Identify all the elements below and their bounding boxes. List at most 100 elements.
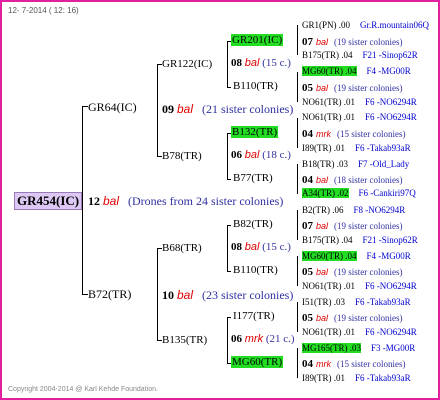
gen4-row[interactable]: I89(TR) .01 F6 -Takab93aR xyxy=(302,373,411,383)
gen4-drone-mark: bal xyxy=(316,83,329,93)
gen3-label[interactable]: B110(TR) xyxy=(233,80,278,92)
gen4-origin: F4 -MG00R xyxy=(366,66,411,76)
gen2-label[interactable]: B135(TR) xyxy=(162,334,207,346)
timestamp-header: 12- 7-2014 ( 12: 16) xyxy=(8,6,79,15)
connector-root xyxy=(82,106,83,294)
gen4-origin: Gr.R.mountain06Q xyxy=(360,20,430,30)
gen4-row[interactable]: NO61(TR) .01 F6 -NO6294R xyxy=(302,327,417,337)
gen3-label[interactable]: MG60(TR) xyxy=(231,356,284,368)
gen4-queen-label: I89(TR) .01 xyxy=(302,373,345,383)
dam-drone-info: 10 bal (23 sister colonies) xyxy=(162,288,294,302)
connector xyxy=(297,72,298,102)
connector xyxy=(227,225,231,226)
gen4-drone-count: 05 xyxy=(302,82,313,94)
pedigree-frame: 12- 7-2014 ( 12: 16) GR454(IC) 12 bal (D… xyxy=(0,0,440,400)
gen4-row[interactable]: I89(TR) .01 F6 -Takab93aR xyxy=(302,143,411,153)
gen4-row[interactable]: B175(TR) .04 F21 -Sinop62R xyxy=(302,50,418,60)
connector xyxy=(297,164,298,194)
gen3-label[interactable]: B82(TR) xyxy=(233,218,273,230)
connector xyxy=(297,302,298,332)
gen4-row[interactable]: 04 mrk (15 sister colonies) xyxy=(302,128,405,140)
connector xyxy=(297,118,298,148)
gen4-drone-count: 07 xyxy=(302,36,313,48)
gen4-origin: F6 -Cankiri97Q xyxy=(358,188,416,198)
gen4-origin: F6 -Takab93aR xyxy=(355,373,411,383)
gen4-row[interactable]: MG60(TR) .04 F4 -MG00R xyxy=(302,251,411,261)
gen3-label[interactable]: GR201(IC) xyxy=(231,34,284,46)
gen4-origin: F4 -MG00R xyxy=(366,251,411,261)
gen4-origin: F6 -NO6294R xyxy=(365,281,417,291)
gen2-drone-info: 06 bal (18 c.) xyxy=(231,149,291,161)
gen4-row[interactable]: 07 bal (19 sister colonies) xyxy=(302,36,403,48)
sire-label[interactable]: GR64(IC) xyxy=(88,100,137,115)
connector xyxy=(297,25,298,55)
gen4-queen-label: NO61(TR) .01 xyxy=(302,327,355,337)
gen4-queen-label: B18(TR) .03 xyxy=(302,159,348,169)
connector xyxy=(297,256,298,286)
gen2-drone-info: 08 bal (15 c.) xyxy=(231,57,291,69)
connector xyxy=(227,87,231,88)
gen4-row[interactable]: NO61(TR) .01 F6 -NO6294R xyxy=(302,97,417,107)
gen4-queen-label: GR1(PN) .00 xyxy=(302,20,351,30)
root-queen-label[interactable]: GR454(IC) xyxy=(14,192,83,210)
gen4-drone-count: 05 xyxy=(302,312,313,324)
connector xyxy=(227,271,231,272)
gen4-row[interactable]: I51(TR) .03 F6 -Takab93aR xyxy=(302,297,411,307)
connector xyxy=(297,210,298,240)
gen4-row[interactable]: B2(TR) .06 F8 -NO6294R xyxy=(302,205,405,215)
gen4-drone-mark: bal xyxy=(316,267,329,277)
gen4-row[interactable]: GR1(PN) .00 Gr.R.mountain06Q xyxy=(302,20,429,30)
gen4-row[interactable]: MG165(TR) .03 F3 -MG00R xyxy=(302,343,415,353)
root-drone-info: 12 bal (Drones from 24 sister colonies) xyxy=(88,194,283,209)
gen2-label[interactable]: B68(TR) xyxy=(162,242,202,254)
gen4-row[interactable]: NO61(TR) .01 F6 -NO6294R xyxy=(302,112,417,122)
gen4-sister-note: (19 sister colonies) xyxy=(334,83,403,93)
gen2-label[interactable]: B78(TR) xyxy=(162,150,202,162)
gen4-row[interactable]: A34(TR) .02 F6 -Cankiri97Q xyxy=(302,188,416,198)
gen4-row[interactable]: 07 bal (19 sister colonies) xyxy=(302,220,403,232)
gen4-origin: F6 -NO6294R xyxy=(365,327,417,337)
gen4-row[interactable]: B175(TR) .04 F21 -Sinop62R xyxy=(302,235,418,245)
gen4-row[interactable]: 05 bal (19 sister colonies) xyxy=(302,266,403,278)
gen4-row[interactable]: MG60(TR) .04 F4 -MG00R xyxy=(302,66,411,76)
gen4-drone-count: 04 xyxy=(302,128,313,140)
connector xyxy=(157,64,158,156)
gen4-queen-label: I51(TR) .03 xyxy=(302,297,345,307)
gen2-label[interactable]: GR122(IC) xyxy=(162,58,212,70)
connector xyxy=(227,225,228,271)
gen4-sister-note: (19 sister colonies) xyxy=(334,221,403,231)
gen4-queen-label: MG165(TR) .03 xyxy=(302,343,361,353)
gen4-origin: F3 -MG00R xyxy=(371,343,416,353)
gen4-origin: F21 -Sinop62R xyxy=(362,50,418,60)
gen4-queen-label: I89(TR) .01 xyxy=(302,143,345,153)
dam-label[interactable]: B72(TR) xyxy=(88,287,131,302)
gen3-label[interactable]: B77(TR) xyxy=(233,172,273,184)
gen4-queen-label: B175(TR) .04 xyxy=(302,235,353,245)
gen4-origin: F6 -NO6294R xyxy=(365,97,417,107)
gen4-row[interactable]: 04 bal (18 sister colonies) xyxy=(302,174,403,186)
gen4-drone-mark: mrk xyxy=(316,129,331,139)
gen4-queen-label: B175(TR) .04 xyxy=(302,50,353,60)
gen4-queen-label: A34(TR) .02 xyxy=(302,188,349,198)
gen4-origin: F8 -NO6294R xyxy=(353,205,406,215)
gen3-label[interactable]: B132(TR) xyxy=(231,126,279,138)
gen4-origin: F6 -NO6294R xyxy=(365,112,417,122)
gen4-queen-label: MG60(TR) .04 xyxy=(302,251,357,261)
gen4-row[interactable]: B18(TR) .03 F7 -Old_Lady xyxy=(302,159,409,169)
gen2-drone-info: 08 bal (15 c.) xyxy=(231,241,291,253)
gen4-row[interactable]: NO61(TR) .01 F6 -NO6294R xyxy=(302,281,417,291)
gen4-row[interactable]: 05 bal (19 sister colonies) xyxy=(302,312,403,324)
gen4-row[interactable]: 05 bal (19 sister colonies) xyxy=(302,82,403,94)
sire-drone-info: 09 bal (21 sister colonies) xyxy=(162,102,294,116)
gen4-origin: F7 -Old_Lady xyxy=(358,159,410,169)
copyright-footer: Copyright 2004-2014 @ Karl Kehde Foundat… xyxy=(8,386,158,393)
gen4-queen-label: NO61(TR) .01 xyxy=(302,112,355,122)
gen3-label[interactable]: B110(TR) xyxy=(233,264,278,276)
connector xyxy=(227,317,228,363)
gen4-sister-note: (15 sister colonies) xyxy=(337,129,406,139)
gen2-drone-info: 06 mrk (21 c.) xyxy=(231,333,295,345)
gen4-drone-count: 04 xyxy=(302,358,313,370)
gen4-sister-note: (19 sister colonies) xyxy=(334,37,403,47)
gen4-row[interactable]: 04 mrk (15 sister colonies) xyxy=(302,358,405,370)
gen3-label[interactable]: I177(TR) xyxy=(233,310,275,322)
